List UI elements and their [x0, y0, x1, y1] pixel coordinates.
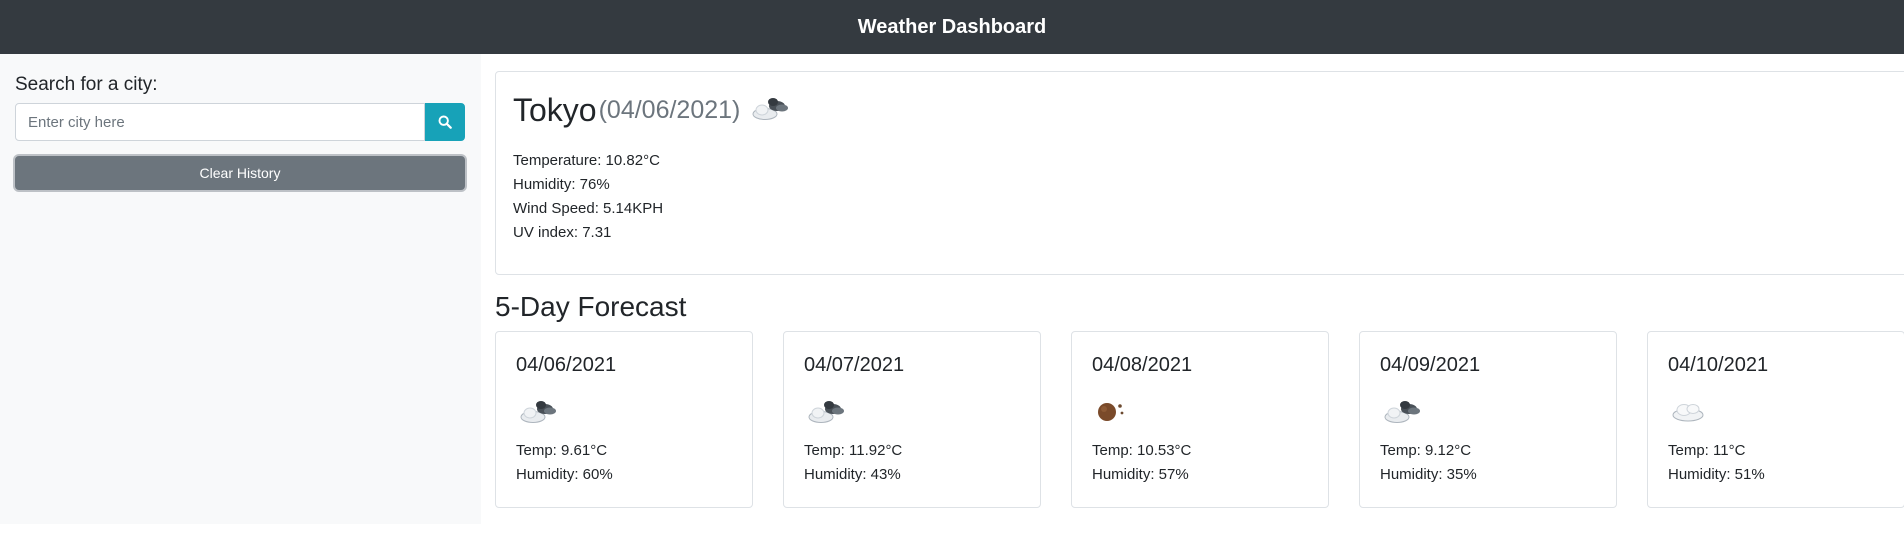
- current-weather-title: Tokyo (04/06/2021): [513, 92, 790, 129]
- clear-history-button[interactable]: Clear History: [15, 156, 465, 190]
- forecast-humidity: Humidity: 35%: [1380, 466, 1477, 483]
- sidebar: Search for a city: Clear History: [0, 54, 481, 524]
- app-title: Weather Dashboard: [857, 15, 1047, 38]
- cloud-dark-icon: [1380, 396, 1422, 431]
- cloud-icon: [1668, 396, 1710, 431]
- search-label: Search for a city:: [15, 74, 158, 95]
- forecast-temp: Temp: 11.92°C: [804, 442, 903, 459]
- forecast-temp: Temp: 11°C: [1668, 442, 1746, 459]
- forecast-date: 04/07/2021: [804, 354, 905, 376]
- cloud-dark-icon: [804, 396, 846, 431]
- forecast-card: 04/10/2021 Temp: 11°C Humidity: 51%: [1647, 331, 1904, 508]
- forecast-humidity: Humidity: 57%: [1092, 466, 1189, 483]
- forecast-date: 04/08/2021: [1092, 354, 1193, 376]
- search-button[interactable]: [425, 103, 465, 141]
- forecast-temp: Temp: 9.12°C: [1380, 442, 1472, 459]
- forecast-card: 04/07/2021 Temp: 11.92°C Humidity: 43%: [783, 331, 1041, 508]
- forecast-card: 04/06/2021 Temp: 9.61°C Humidity: 60%: [495, 331, 753, 508]
- forecast-humidity: Humidity: 60%: [516, 466, 613, 483]
- forecast-temp: Temp: 9.61°C: [516, 442, 608, 459]
- navbar: Weather Dashboard: [0, 0, 1904, 54]
- moon-icon: [1092, 396, 1134, 431]
- current-uv-index: UV index: 7.31: [513, 224, 612, 241]
- forecast-card: 04/09/2021 Temp: 9.12°C Humidity: 35%: [1359, 331, 1617, 508]
- forecast-heading: 5-Day Forecast: [495, 291, 687, 322]
- search-group: [15, 103, 465, 141]
- forecast-date: 04/09/2021: [1380, 354, 1481, 376]
- current-temperature: Temperature: 10.82°C: [513, 152, 660, 169]
- forecast-temp: Temp: 10.53°C: [1092, 442, 1192, 459]
- cloud-dark-icon: [516, 396, 558, 431]
- forecast-date: 04/06/2021: [516, 354, 617, 376]
- current-date: (04/06/2021): [598, 96, 741, 124]
- current-weather-card: Tokyo (04/06/2021) Temperature: 10.82°C …: [495, 71, 1904, 275]
- forecast-date: 04/10/2021: [1668, 354, 1769, 376]
- forecast-humidity: Humidity: 51%: [1668, 466, 1765, 483]
- current-humidity: Humidity: 76%: [513, 176, 610, 193]
- search-icon: [438, 115, 452, 129]
- current-stats: Temperature: 10.82°C Humidity: 76% Wind …: [513, 149, 663, 245]
- city-search-input[interactable]: [15, 103, 425, 141]
- forecast-humidity: Humidity: 43%: [804, 466, 901, 483]
- current-wind-speed: Wind Speed: 5.14KPH: [513, 200, 664, 217]
- forecast-card: 04/08/2021 Temp: 10.53°C Humidity: 57%: [1071, 331, 1329, 508]
- city-name: Tokyo: [513, 92, 597, 128]
- cloud-sun-icon: [748, 93, 790, 128]
